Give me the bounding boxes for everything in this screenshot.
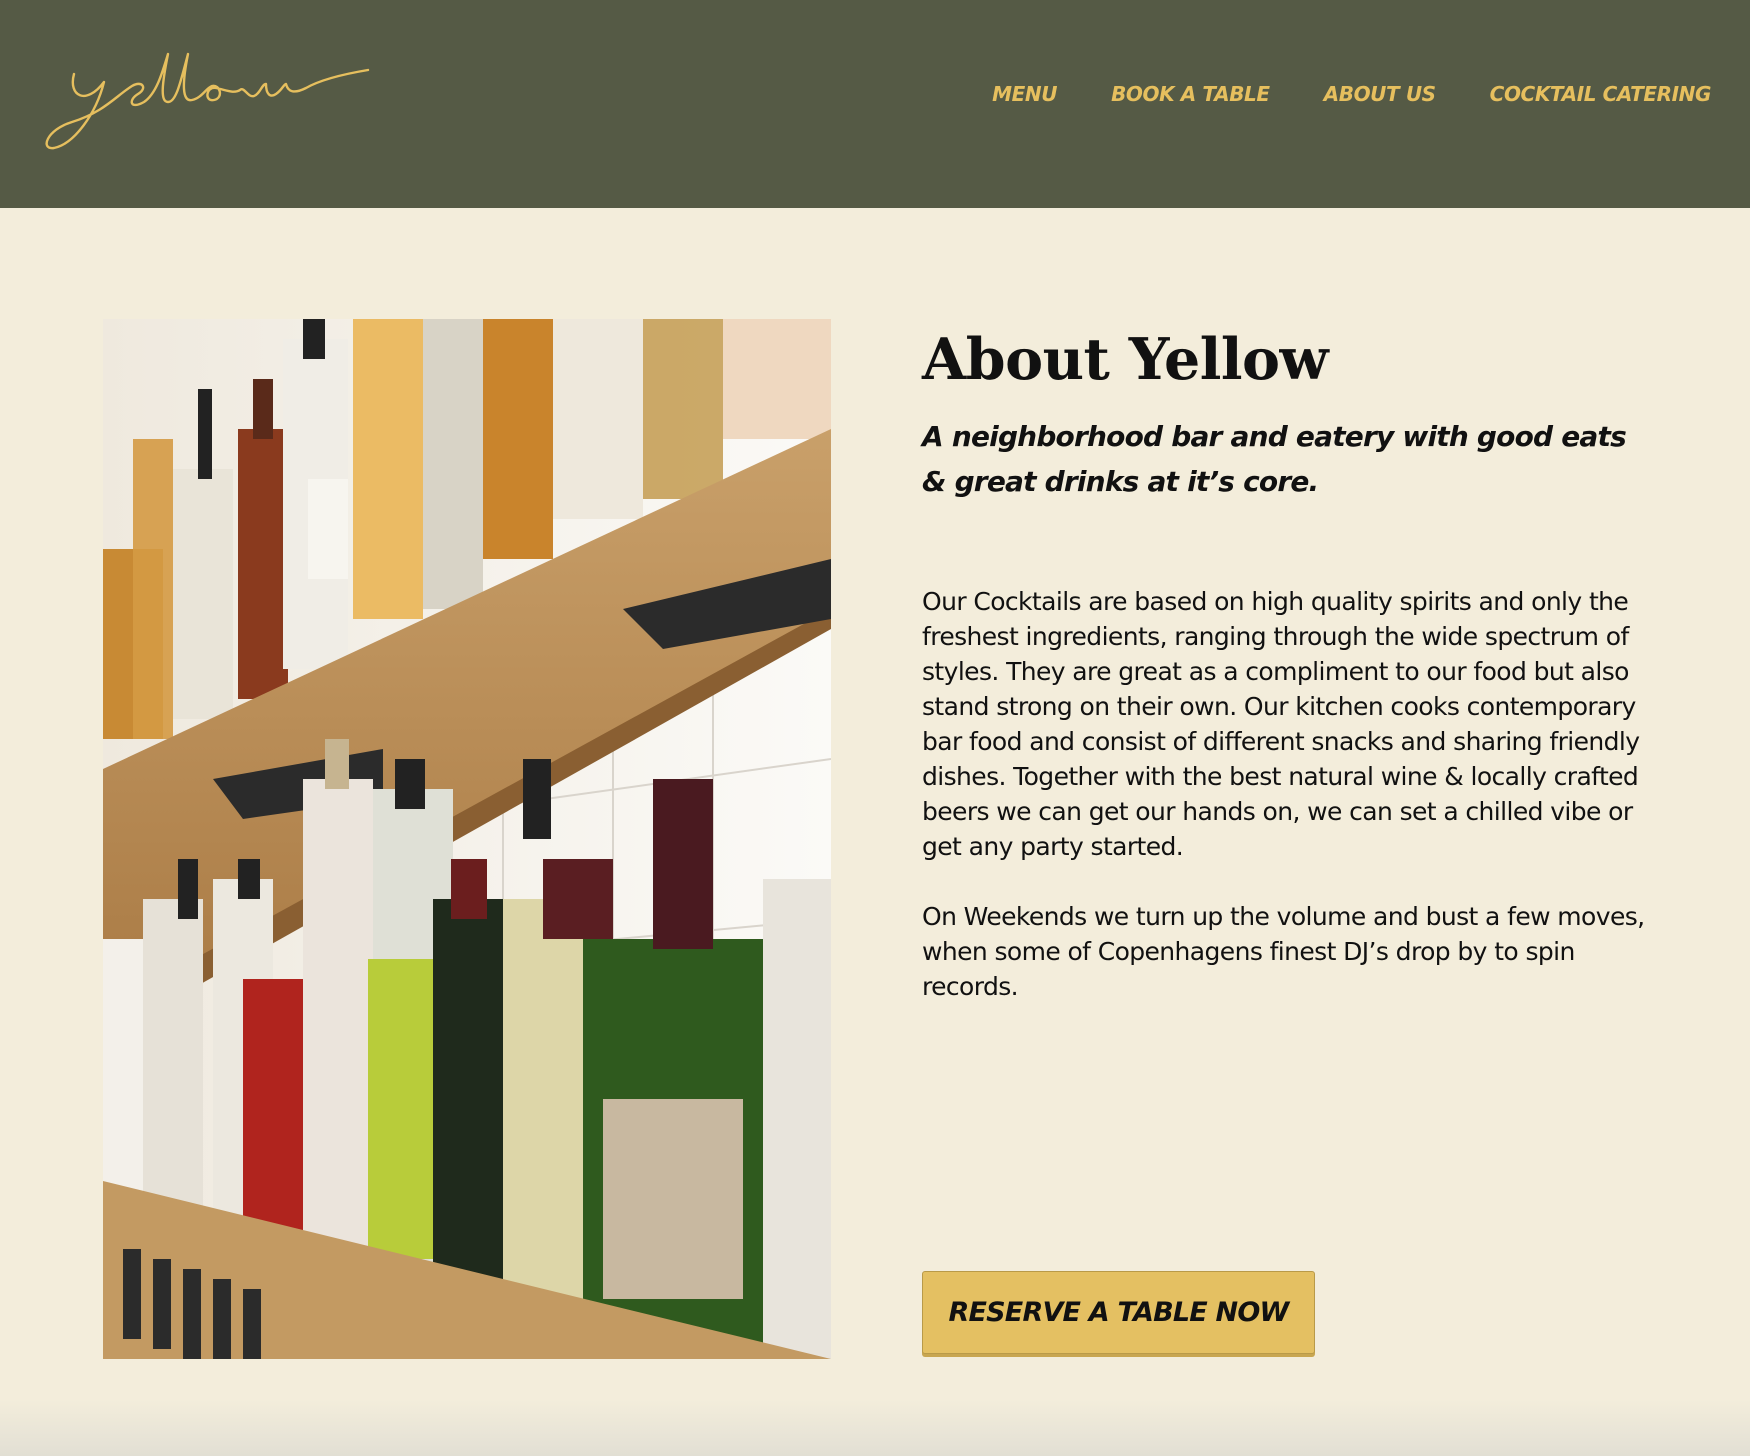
nav-menu[interactable]: MENU bbox=[992, 82, 1057, 106]
nav-about-us[interactable]: ABOUT US bbox=[1324, 82, 1436, 106]
main-nav: MENU BOOK A TABLE ABOUT US COCKTAIL CATE… bbox=[992, 82, 1711, 106]
script-logo-icon bbox=[45, 52, 370, 150]
yellow-logo[interactable] bbox=[44, 44, 374, 154]
about-paragraph-cocktails: Our Cocktails are based on high quality … bbox=[922, 587, 1640, 861]
site-header: MENU BOOK A TABLE ABOUT US COCKTAIL CATE… bbox=[0, 0, 1750, 208]
bottom-edge-shadow bbox=[0, 1400, 1750, 1456]
about-title: About Yellow bbox=[922, 326, 1329, 393]
about-section: About Yellow A neighborhood bar and eate… bbox=[922, 320, 1662, 1004]
about-subtitle: A neighborhood bar and eatery with good … bbox=[922, 420, 1627, 498]
bottles-image-icon bbox=[103, 319, 831, 1359]
about-paragraph-weekends: On Weekends we turn up the volume and bu… bbox=[922, 902, 1645, 1001]
bar-shelves-photo bbox=[103, 319, 831, 1359]
nav-book-a-table[interactable]: BOOK A TABLE bbox=[1111, 82, 1270, 106]
reserve-table-button[interactable]: RESERVE A TABLE NOW bbox=[922, 1271, 1315, 1354]
nav-cocktail-catering[interactable]: COCKTAIL CATERING bbox=[1490, 82, 1712, 106]
